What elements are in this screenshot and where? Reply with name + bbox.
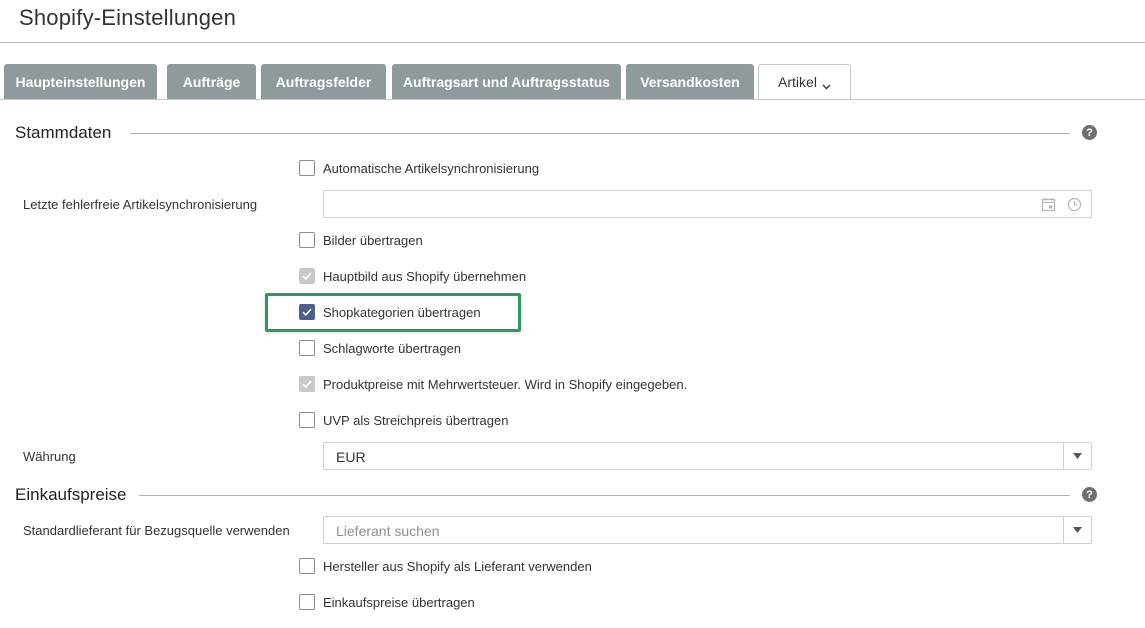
default-supplier-label: Standardlieferant für Bezugsquelle verwe… xyxy=(23,523,290,538)
shop-categories-checkbox[interactable] xyxy=(299,304,315,320)
prices-vat-label: Produktpreise mit Mehrwertsteuer. Wird i… xyxy=(323,376,688,392)
manufacturer-supplier-option[interactable]: Hersteller aus Shopify als Lieferant ver… xyxy=(299,557,592,575)
images-option[interactable]: Bilder übertragen xyxy=(299,231,423,249)
tab-haupteinstellungen[interactable]: Haupteinstellungen xyxy=(4,64,157,99)
checkmark-icon xyxy=(302,380,312,389)
manufacturer-supplier-checkbox[interactable] xyxy=(299,558,315,574)
checkmark-icon xyxy=(302,308,312,317)
tab-versandkosten[interactable]: Versandkosten xyxy=(626,64,754,99)
purchase-prices-checkbox[interactable] xyxy=(299,594,315,610)
tab-artikel[interactable]: Artikel xyxy=(758,64,851,100)
dropdown-arrow-icon[interactable] xyxy=(1063,517,1091,543)
section-divider xyxy=(130,133,1070,134)
help-icon[interactable]: ? xyxy=(1082,125,1097,140)
currency-value: EUR xyxy=(336,449,366,465)
section-divider xyxy=(130,495,1070,496)
tab-auftragsart[interactable]: Auftragsart und Auftragsstatus xyxy=(392,64,621,99)
currency-label: Währung xyxy=(23,449,76,464)
main-image-label: Hauptbild aus Shopify übernehmen xyxy=(323,268,527,284)
manufacturer-supplier-label: Hersteller aus Shopify als Lieferant ver… xyxy=(323,558,592,574)
tabs-divider xyxy=(0,99,1145,100)
dropdown-arrow-icon[interactable] xyxy=(1063,443,1091,469)
chevron-down-icon xyxy=(822,78,831,89)
section-title-stammdaten: Stammdaten xyxy=(15,123,124,143)
rrp-option[interactable]: UVP als Streichpreis übertragen xyxy=(299,411,508,429)
clock-icon[interactable] xyxy=(1065,195,1083,213)
title-divider xyxy=(0,42,1145,43)
main-image-option: Hauptbild aus Shopify übernehmen xyxy=(299,267,526,285)
images-checkbox[interactable] xyxy=(299,232,315,248)
auto-sync-label: Automatische Artikelsynchronisierung xyxy=(323,160,540,176)
checkmark-icon xyxy=(302,272,312,281)
tab-label: Auftragsart und Auftragsstatus xyxy=(402,73,611,90)
last-sync-label: Letzte fehlerfreie Artikelsynchronisieru… xyxy=(23,197,258,212)
tab-label: Aufträge xyxy=(182,73,241,90)
last-sync-datetime-input[interactable] xyxy=(323,190,1092,218)
shop-categories-label: Shopkategorien übertragen xyxy=(323,304,481,320)
purchase-prices-label: Einkaufspreise übertragen xyxy=(323,594,475,610)
rrp-label: UVP als Streichpreis übertragen xyxy=(323,412,509,428)
tab-label: Haupteinstellungen xyxy=(15,73,146,90)
tab-label: Versandkosten xyxy=(640,73,740,90)
page-title: Shopify-Einstellungen xyxy=(19,5,237,30)
tab-auftraege[interactable]: Aufträge xyxy=(167,64,256,99)
tab-label: Artikel xyxy=(778,74,817,90)
auto-sync-checkbox[interactable] xyxy=(299,160,315,176)
calendar-icon[interactable] xyxy=(1039,195,1057,213)
tab-label: Auftragsfelder xyxy=(275,73,372,90)
rrp-checkbox[interactable] xyxy=(299,412,315,428)
main-image-checkbox xyxy=(299,268,315,284)
help-icon[interactable]: ? xyxy=(1082,487,1097,502)
supplier-search-select[interactable]: Lieferant suchen xyxy=(323,516,1092,544)
auto-sync-option[interactable]: Automatische Artikelsynchronisierung xyxy=(299,159,539,177)
tab-auftragsfelder[interactable]: Auftragsfelder xyxy=(261,64,386,99)
keywords-label: Schlagworte übertragen xyxy=(323,340,462,356)
images-label: Bilder übertragen xyxy=(323,232,423,248)
section-title-einkaufspreise: Einkaufspreise xyxy=(15,485,139,505)
supplier-placeholder: Lieferant suchen xyxy=(336,523,440,539)
prices-vat-checkbox xyxy=(299,376,315,392)
prices-vat-option: Produktpreise mit Mehrwertsteuer. Wird i… xyxy=(299,375,687,393)
keywords-checkbox[interactable] xyxy=(299,340,315,356)
keywords-option[interactable]: Schlagworte übertragen xyxy=(299,339,461,357)
currency-select[interactable]: EUR xyxy=(323,442,1092,470)
shop-categories-option[interactable]: Shopkategorien übertragen xyxy=(299,303,481,321)
purchase-prices-option[interactable]: Einkaufspreise übertragen xyxy=(299,593,475,611)
